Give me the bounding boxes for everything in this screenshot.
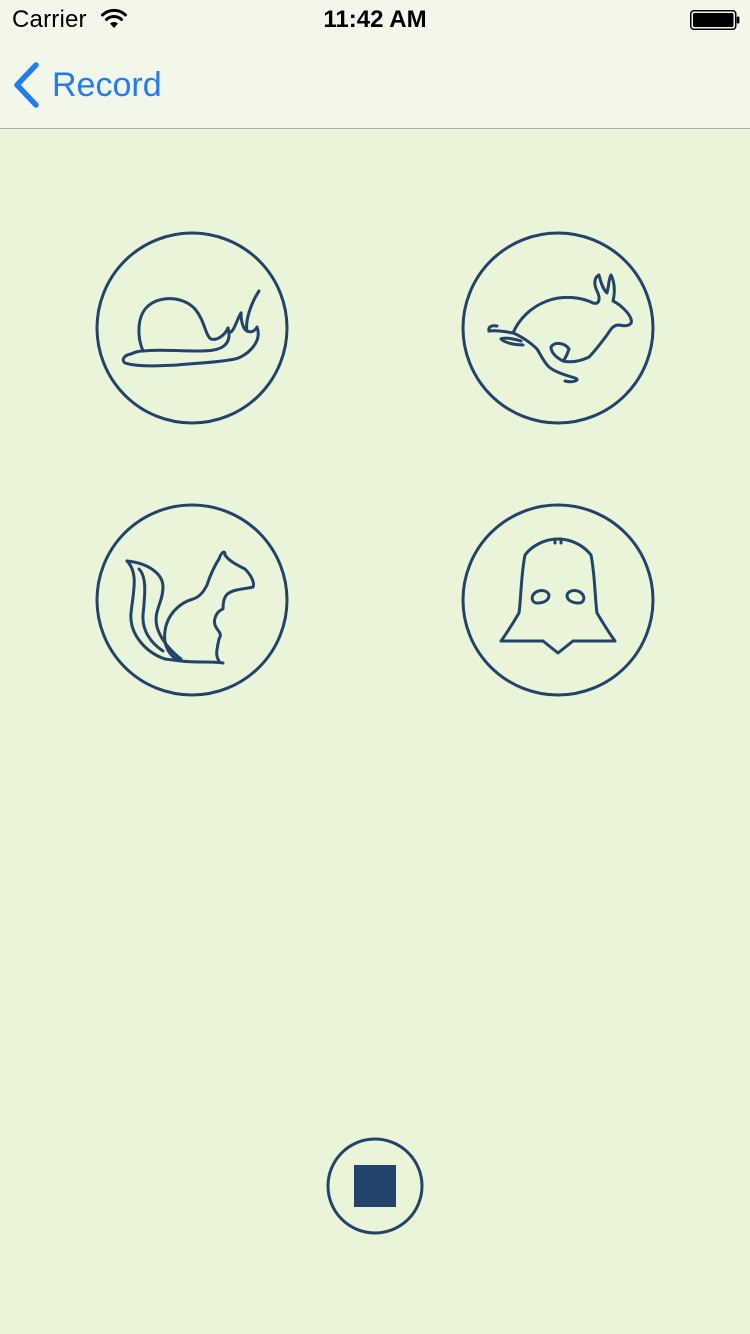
snail-icon	[121, 289, 261, 368]
stop-button[interactable]	[326, 1137, 424, 1235]
navigation-bar: Record	[0, 40, 750, 129]
chipmunk-effect-button[interactable]	[95, 503, 289, 697]
vader-helmet-icon	[499, 537, 617, 655]
back-button-label: Record	[52, 65, 162, 104]
battery-icon	[690, 10, 740, 30]
fast-effect-button[interactable]	[461, 231, 655, 425]
squirrel-icon	[125, 550, 255, 665]
back-button[interactable]: Record	[12, 60, 162, 110]
chevron-left-icon	[14, 62, 39, 108]
stop-icon	[354, 1165, 396, 1207]
slow-effect-button[interactable]	[95, 231, 289, 425]
status-bar: Carrier 11:42 AM	[0, 0, 750, 40]
rabbit-icon	[487, 273, 633, 384]
darth-vader-effect-button[interactable]	[461, 503, 655, 697]
status-time: 11:42 AM	[323, 6, 427, 33]
